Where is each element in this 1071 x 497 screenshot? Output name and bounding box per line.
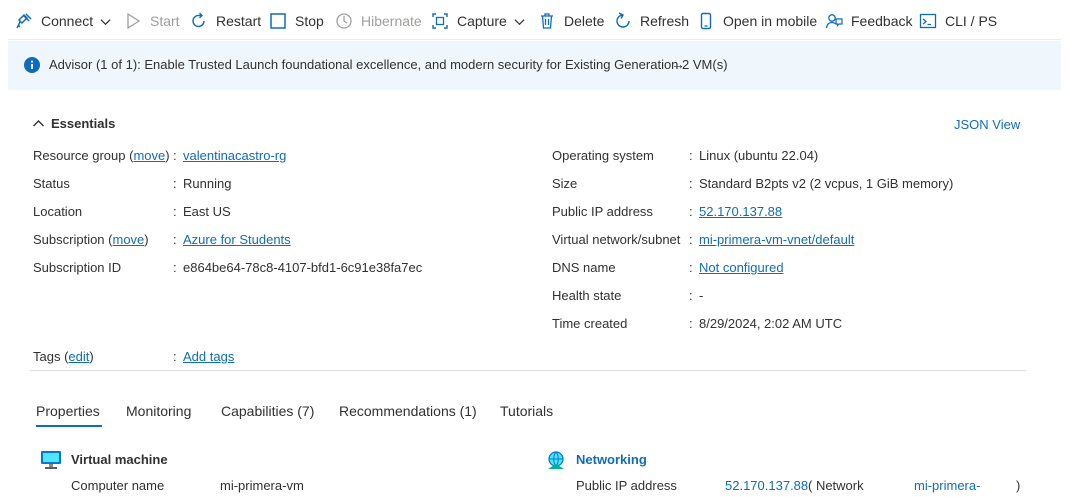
tags-label: Tags (edit) [33, 349, 94, 364]
play-icon [127, 12, 141, 30]
capture-label: Capture [457, 13, 507, 29]
hibernate-button[interactable]: Hibernate [335, 11, 422, 31]
colon: : [689, 316, 693, 331]
essentials-value-link[interactable]: 52.170.137.88 [699, 204, 782, 219]
connect-button[interactable]: Connect [15, 11, 111, 31]
essentials-row: Operating system: Linux (ubuntu 22.04) [0, 148, 1071, 166]
command-bar: Connect Start Restart Stop Hibernate Cap… [0, 0, 1071, 40]
capture-button[interactable]: Capture [431, 11, 525, 31]
connect-label: Connect [41, 13, 94, 29]
essentials-row: Size: Standard B2pts v2 (2 vcpus, 1 GiB m… [0, 176, 1071, 194]
add-tags-link[interactable]: Add tags [183, 349, 234, 364]
refresh-label: Refresh [640, 13, 690, 29]
close-paren: ) [1016, 478, 1021, 493]
feedback-label: Feedback [851, 13, 913, 29]
essentials-value: 8/29/2024, 2:02 AM UTC [699, 316, 843, 331]
essentials-label: Virtual network/subnet [552, 232, 681, 247]
tab-capabilities[interactable]: Capabilities (7) [221, 403, 314, 419]
capture-icon [432, 13, 448, 29]
tags-row: Tags (edit) : Add tags [0, 349, 1071, 367]
refresh-icon [616, 12, 630, 28]
cli-ps-label: CLI / PS [945, 13, 998, 29]
chevron-up-icon [33, 120, 44, 127]
essentials-value-link[interactable]: mi-primera-vm-vnet/default [699, 232, 854, 247]
essentials-toggle[interactable]: Essentials [32, 116, 115, 131]
toolbar-divider [8, 39, 1061, 40]
essentials-value: - [699, 288, 704, 303]
virtual-machine-title: Virtual machine [71, 452, 168, 467]
public-ip-link[interactable]: 52.170.137.88 [725, 478, 808, 493]
cli-ps-button[interactable]: CLI / PS [919, 11, 997, 31]
colon: : [689, 148, 693, 163]
hibernate-icon [336, 13, 352, 29]
tab-properties[interactable]: Properties [36, 403, 100, 419]
essentials-row: Virtual network/subnet: mi-primera-vm-vne… [0, 232, 1071, 250]
essentials-label: Time created [552, 316, 628, 331]
json-view-link[interactable]: JSON View [954, 117, 1020, 132]
advisor-banner[interactable]: Advisor (1 of 1): Enable Trusted Launch … [8, 41, 1061, 90]
chevron-down-icon [100, 18, 111, 25]
feedback-button[interactable]: Feedback [825, 11, 912, 31]
network-link[interactable]: mi-primera- [914, 478, 980, 493]
essentials-label: Size [552, 176, 578, 191]
essentials-label: Health state [552, 288, 622, 303]
computer-name-value: mi-primera-vm [220, 478, 304, 493]
essentials-label: DNS name [552, 260, 616, 275]
colon: : [689, 288, 693, 303]
essentials-row: DNS name: Not configured [0, 260, 1071, 278]
essentials-value-link[interactable]: Not configured [699, 260, 784, 275]
colon: : [689, 260, 693, 275]
feedback-icon [825, 14, 843, 29]
plug-icon [16, 13, 32, 29]
open-in-mobile-button[interactable]: Open in mobile [697, 11, 817, 31]
essentials-value: Standard B2pts v2 (2 vcpus, 1 GiB memory… [699, 176, 954, 191]
info-icon [24, 57, 40, 73]
active-tab-indicator [36, 425, 102, 427]
restart-button[interactable]: Restart [190, 11, 261, 31]
essentials-row: Time created:8/29/2024, 2:02 AM UTC [0, 316, 1071, 334]
restart-icon [192, 12, 205, 28]
stop-icon [270, 13, 286, 29]
public-ip-label: Public IP address [576, 478, 677, 493]
mobile-icon [700, 12, 712, 30]
hibernate-label: Hibernate [361, 13, 422, 29]
essentials-title: Essentials [51, 116, 116, 131]
networking-icon [548, 451, 564, 469]
start-label: Start [150, 13, 180, 29]
trash-icon [541, 13, 553, 29]
tab-tutorials[interactable]: Tutorials [500, 403, 553, 419]
tab-recommendations[interactable]: Recommendations (1) [339, 403, 477, 419]
essentials-divider [30, 370, 1026, 371]
terminal-icon [919, 13, 937, 29]
open-in-mobile-label: Open in mobile [723, 13, 818, 29]
colon: : [689, 232, 693, 247]
arrow-right-icon[interactable]: → [671, 56, 685, 72]
computer-name-label: Computer name [71, 478, 165, 493]
tags-edit-link[interactable]: edit [68, 349, 89, 364]
advisor-text: Advisor (1 of 1): Enable Trusted Launch … [49, 57, 728, 72]
essentials-label: Public IP address [552, 204, 653, 219]
network-text: ( Network [808, 478, 864, 493]
stop-button[interactable]: Stop [269, 11, 324, 31]
colon: : [689, 204, 693, 219]
chevron-down-icon [514, 18, 525, 25]
restart-label: Restart [216, 13, 262, 29]
refresh-button[interactable]: Refresh [614, 11, 689, 31]
essentials-row: Health state: - [0, 288, 1071, 306]
stop-label: Stop [295, 13, 324, 29]
essentials-value: Linux (ubuntu 22.04) [699, 148, 819, 163]
delete-button[interactable]: Delete [538, 11, 604, 31]
tab-monitoring[interactable]: Monitoring [126, 403, 191, 419]
virtual-machine-icon [41, 451, 61, 469]
delete-label: Delete [564, 13, 605, 29]
essentials-label: Operating system [552, 148, 654, 163]
start-button[interactable]: Start [124, 11, 180, 31]
colon: : [173, 349, 177, 364]
networking-title-link[interactable]: Networking [576, 452, 647, 467]
colon: : [689, 176, 693, 191]
essentials-row: Public IP address:52.170.137.88 [0, 204, 1071, 222]
